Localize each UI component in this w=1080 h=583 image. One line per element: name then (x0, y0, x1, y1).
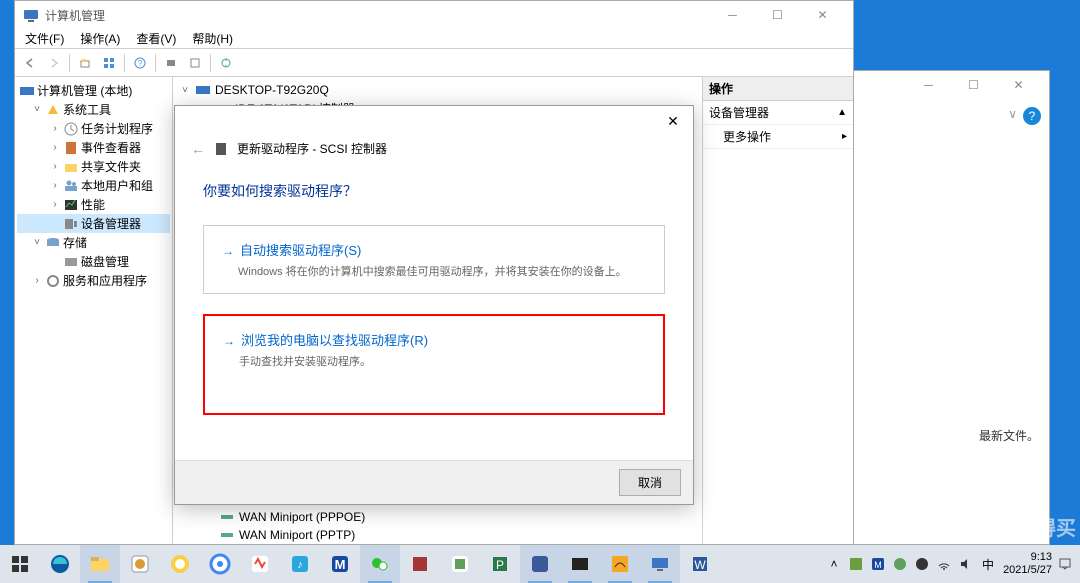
dialog-breadcrumb: 更新驱动程序 - SCSI 控制器 (237, 140, 387, 157)
menu-help[interactable]: 帮助(H) (186, 28, 239, 49)
svg-text:?: ? (138, 59, 143, 68)
driver-update-dialog: ✕ ← 更新驱动程序 - SCSI 控制器 你要如何搜索驱动程序？ →自动搜索驱… (174, 105, 694, 505)
bg-maximize-button[interactable]: ☐ (951, 71, 996, 99)
taskbar-app5[interactable]: ♪ (280, 545, 320, 583)
cancel-button[interactable]: 取消 (619, 469, 681, 496)
tree-event[interactable]: ›事件查看器 (17, 138, 170, 157)
svg-text:M: M (335, 557, 346, 572)
taskbar-word[interactable]: W (680, 545, 720, 583)
svg-text:W: W (694, 558, 706, 572)
taskbar-explorer[interactable] (80, 545, 120, 583)
app-icon (23, 7, 39, 23)
tree-perf[interactable]: ›性能 (17, 195, 170, 214)
back-button[interactable] (19, 52, 41, 74)
tray-up-icon[interactable]: ˄ (825, 555, 843, 573)
device-icon (213, 141, 229, 157)
option-auto-search[interactable]: →自动搜索驱动程序(S) Windows 将在你的计算机中搜索最佳可用驱动程序，… (203, 225, 665, 294)
actions-more[interactable]: 更多操作▸ (703, 125, 853, 149)
taskbar-app10[interactable]: P (480, 545, 520, 583)
tool1-button[interactable] (160, 52, 182, 74)
taskbar-app8[interactable] (400, 545, 440, 583)
dialog-close-button[interactable]: ✕ (659, 110, 687, 132)
tree-storage[interactable]: ˅存储 (17, 233, 170, 252)
close-button[interactable]: ✕ (800, 1, 845, 29)
device-root[interactable]: ˅DESKTOP-T92G20Q (177, 81, 698, 99)
bg-close-button[interactable]: ✕ (996, 71, 1041, 99)
actions-header: 操作 (703, 77, 853, 101)
tree-systools[interactable]: ˅系统工具 (17, 100, 170, 119)
titlebar: 计算机管理 ─ ☐ ✕ (15, 1, 853, 29)
arrow-icon: → (222, 244, 234, 258)
clock[interactable]: 9:13 2021/5/27 (1003, 551, 1052, 577)
help-icon[interactable]: ? (1023, 107, 1041, 125)
taskbar-devmgr[interactable] (640, 545, 680, 583)
tree-users[interactable]: ›本地用户和组 (17, 176, 170, 195)
taskbar-app13[interactable] (600, 545, 640, 583)
view-button[interactable] (98, 52, 120, 74)
tree-task[interactable]: ›任务计划程序 (17, 119, 170, 138)
menubar: 文件(F) 操作(A) 查看(V) 帮助(H) (15, 29, 853, 49)
taskbar-edge[interactable] (40, 545, 80, 583)
dialog-question: 你要如何搜索驱动程序？ (203, 181, 665, 201)
tool2-button[interactable] (184, 52, 206, 74)
device-miniport[interactable]: WAN Miniport (PPTP) (177, 526, 698, 544)
tray-ime-icon[interactable]: 中 (979, 555, 997, 573)
watermark: 值 | 什么值得买 (939, 512, 1076, 541)
tray-icon[interactable]: M (869, 555, 887, 573)
tree-services[interactable]: ›服务和应用程序 (17, 271, 170, 290)
window-title: 计算机管理 (45, 7, 710, 24)
bg-minimize-button[interactable]: ─ (906, 71, 951, 99)
taskbar-app6[interactable]: M (320, 545, 360, 583)
back-arrow-icon[interactable]: ← (191, 141, 205, 157)
tree-share[interactable]: ›共享文件夹 (17, 157, 170, 176)
maximize-button[interactable]: ☐ (755, 1, 800, 29)
bg-message: 最新文件。 (979, 427, 1039, 444)
menu-file[interactable]: 文件(F) (19, 28, 70, 49)
notifications-icon[interactable] (1058, 554, 1072, 574)
help-button[interactable]: ? (129, 52, 151, 74)
tray-icon[interactable] (891, 555, 909, 573)
menu-view[interactable]: 查看(V) (130, 28, 182, 49)
taskbar-chrome[interactable] (200, 545, 240, 583)
toolbar: ? (15, 49, 853, 77)
actions-section[interactable]: 设备管理器▲ (703, 101, 853, 125)
taskbar-app9[interactable] (440, 545, 480, 583)
tree-root[interactable]: 计算机管理 (本地) (17, 81, 170, 100)
svg-text:M: M (874, 560, 882, 570)
tree-pane: 计算机管理 (本地) ˅系统工具 ›任务计划程序 ›事件查看器 ›共享文件夹 ›… (15, 77, 173, 544)
taskbar-wechat[interactable] (360, 545, 400, 583)
tray-icon[interactable] (913, 555, 931, 573)
start-button[interactable] (0, 545, 40, 583)
taskbar-app2[interactable] (160, 545, 200, 583)
tray-wifi-icon[interactable] (935, 555, 953, 573)
menu-action[interactable]: 操作(A) (74, 28, 126, 49)
up-button[interactable] (74, 52, 96, 74)
tree-devmgr[interactable]: 设备管理器 (17, 214, 170, 233)
arrow-icon: → (223, 334, 235, 348)
svg-text:P: P (496, 558, 504, 572)
tray-icon[interactable] (847, 555, 865, 573)
actions-pane: 操作 设备管理器▲ 更多操作▸ (703, 77, 853, 544)
option-browse-computer[interactable]: →浏览我的电脑以查找驱动程序(R) 手动查找并安装驱动程序。 (203, 314, 665, 415)
taskbar-app12[interactable] (560, 545, 600, 583)
taskbar: ♪ M P W ˄ M 中 9:13 2021/5/27 (0, 545, 1080, 583)
minimize-button[interactable]: ─ (710, 1, 755, 29)
taskbar-app1[interactable] (120, 545, 160, 583)
taskbar-app11[interactable] (520, 545, 560, 583)
forward-button[interactable] (43, 52, 65, 74)
tree-disk[interactable]: 磁盘管理 (17, 252, 170, 271)
tray-volume-icon[interactable] (957, 555, 975, 573)
system-tray: ˄ M 中 9:13 2021/5/27 (817, 551, 1080, 577)
taskbar-app4[interactable] (240, 545, 280, 583)
device-miniport[interactable]: WAN Miniport (PPPOE) (177, 508, 698, 526)
svg-text:♪: ♪ (297, 559, 303, 571)
tool3-button[interactable] (215, 52, 237, 74)
